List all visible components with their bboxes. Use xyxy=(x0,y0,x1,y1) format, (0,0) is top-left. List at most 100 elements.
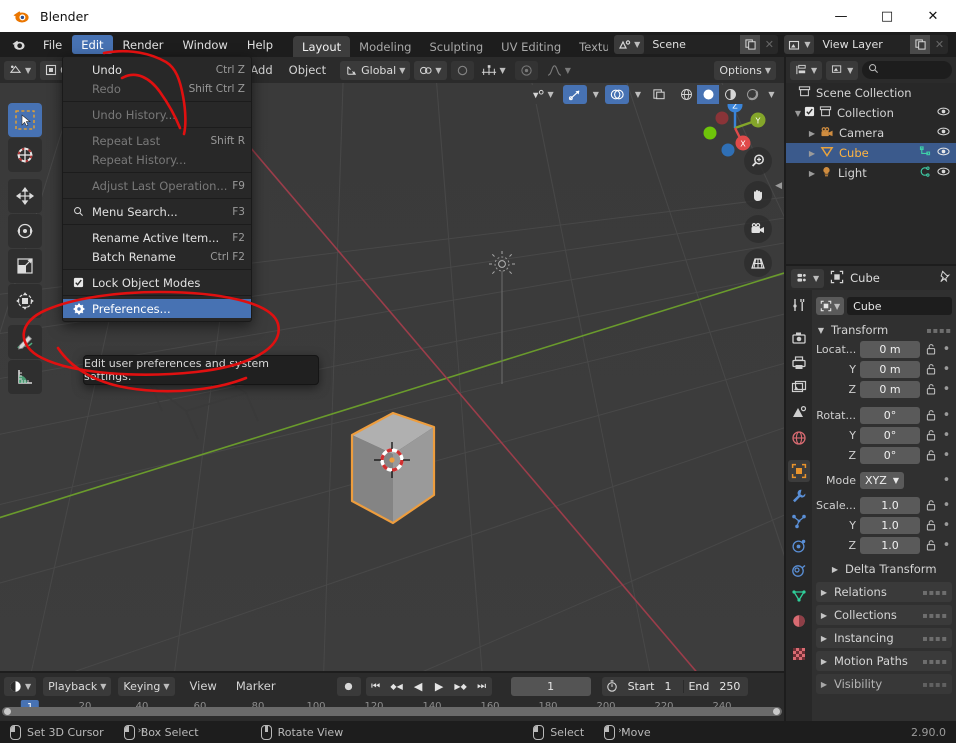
pin-icon[interactable] xyxy=(938,270,951,286)
instancing-panel-header[interactable]: ▶ Instancing ▪▪▪▪ xyxy=(816,628,952,648)
disclosure-triangle-icon[interactable]: ▶ xyxy=(806,169,818,178)
tab-uv-editing[interactable]: UV Editing xyxy=(492,36,570,57)
menu-item-adjust-last-operation[interactable]: Adjust Last Operation... F9 xyxy=(63,176,251,195)
playback-dropdown[interactable]: Playback ▼ xyxy=(43,676,112,696)
timeline-menu-marker[interactable]: Marker xyxy=(228,679,284,693)
animate-property-dot[interactable]: • xyxy=(941,498,952,513)
visibility-eye-icon[interactable] xyxy=(937,146,950,160)
disclosure-triangle-icon[interactable]: ▶ xyxy=(819,611,829,620)
transform-tool[interactable] xyxy=(8,284,42,318)
lock-icon[interactable] xyxy=(924,384,937,395)
tab-layout[interactable]: Layout xyxy=(293,36,351,57)
lock-icon[interactable] xyxy=(924,430,937,441)
view-layer-tab[interactable] xyxy=(788,377,810,399)
toggle-ortho-gizmo[interactable] xyxy=(744,249,772,277)
disclosure-triangle-icon[interactable]: ▶ xyxy=(806,129,818,138)
animate-property-dot[interactable]: • xyxy=(941,448,952,463)
menu-item-rename-active-item[interactable]: Rename Active Item... F2 xyxy=(63,228,251,247)
transform-orientation-dropdown[interactable]: Global ▼ xyxy=(340,60,411,80)
outliner-row-scene-collection[interactable]: Scene Collection xyxy=(786,83,956,103)
rotation-mode-dropdown[interactable]: XYZ ▼ xyxy=(860,472,904,489)
outliner-display-mode-icon[interactable]: ▼ xyxy=(790,60,823,80)
unlock-icon[interactable] xyxy=(924,450,937,461)
gizmo-icon[interactable] xyxy=(562,85,587,104)
end-frame-value[interactable]: 250 xyxy=(719,680,748,693)
cursor-tool[interactable] xyxy=(8,138,42,172)
tool-tab[interactable] xyxy=(788,294,810,316)
animate-property-dot[interactable]: • xyxy=(941,382,952,397)
lock-icon[interactable] xyxy=(924,344,937,355)
jump-to-end-button[interactable]: ⏭ xyxy=(472,677,492,696)
relations-panel-header[interactable]: ▶ Relations ▪▪▪▪ xyxy=(816,582,952,602)
menu-render[interactable]: Render xyxy=(114,35,173,54)
remove-view-layer-icon[interactable]: ✕ xyxy=(930,35,948,54)
animate-property-dot[interactable]: • xyxy=(941,428,952,443)
output-tab[interactable] xyxy=(788,352,810,374)
collection-checkbox[interactable] xyxy=(804,106,815,120)
start-frame-value[interactable]: 1 xyxy=(664,680,683,693)
lock-icon[interactable] xyxy=(924,364,937,375)
motion-paths-panel-header[interactable]: ▶ Motion Paths ▪▪▪▪ xyxy=(816,651,952,671)
texture-tab[interactable] xyxy=(788,643,810,665)
scale-x-field[interactable]: 1.0 xyxy=(860,497,920,514)
animate-property-dot[interactable]: • xyxy=(941,408,952,423)
menu-item-undo-history[interactable]: Undo History... xyxy=(63,105,251,124)
visibility-eye-icon[interactable] xyxy=(937,126,950,140)
object-visibility-icon[interactable]: ▼ xyxy=(525,85,559,104)
menu-file[interactable]: File xyxy=(34,35,71,54)
snap-magnet-icon[interactable]: ▼ xyxy=(414,60,447,80)
animate-property-dot[interactable]: • xyxy=(941,538,952,553)
lock-icon[interactable] xyxy=(924,540,937,551)
xray-toggle-icon[interactable] xyxy=(647,85,671,104)
properties-editor[interactable]: ▼ Cube ▼ Cube ▼ Transform ▪▪▪▪ Locat... … xyxy=(786,266,956,721)
new-view-layer-icon[interactable] xyxy=(910,35,931,54)
scale-y-field[interactable]: 1.0 xyxy=(860,517,920,534)
move-tool[interactable] xyxy=(8,179,42,213)
tab-modeling[interactable]: Modeling xyxy=(350,36,420,57)
app-logo-icon[interactable] xyxy=(10,37,26,53)
snap-increment-icon[interactable]: ▼ xyxy=(476,61,511,80)
menu-edit[interactable]: Edit xyxy=(72,35,113,54)
material-preview-icon[interactable] xyxy=(719,85,741,104)
scale-tool[interactable] xyxy=(8,249,42,283)
disclosure-triangle-icon[interactable]: ▶ xyxy=(806,149,818,158)
location-y-field[interactable]: 0 m xyxy=(860,361,920,378)
delta-transform-panel-header[interactable]: ▶ Delta Transform xyxy=(816,559,952,579)
menu-item-undo[interactable]: Undo Ctrl Z xyxy=(63,60,251,79)
tab-sculpting[interactable]: Sculpting xyxy=(420,36,492,57)
use-preview-range-icon[interactable] xyxy=(602,680,622,692)
timeline-horizontal-scrollbar[interactable] xyxy=(0,705,784,717)
modifier-tab[interactable] xyxy=(788,485,810,507)
scene-name-field[interactable]: Scene xyxy=(644,35,741,54)
menu-item-batch-rename[interactable]: Batch Rename Ctrl F2 xyxy=(63,247,251,266)
object-tab[interactable] xyxy=(788,460,810,482)
disclosure-triangle-icon[interactable]: ▶ xyxy=(819,657,829,666)
visibility-eye-icon[interactable] xyxy=(937,166,950,180)
timeline-menu-view[interactable]: View xyxy=(182,679,225,693)
lock-icon[interactable] xyxy=(924,410,937,421)
measure-tool[interactable] xyxy=(8,360,42,394)
disclosure-triangle-icon[interactable]: ▶ xyxy=(819,588,829,597)
keying-dropdown[interactable]: Keying ▼ xyxy=(118,676,175,696)
editor-type-properties-icon[interactable]: ▼ xyxy=(791,268,825,288)
scene-browse-icon[interactable]: ▼ xyxy=(614,35,645,54)
jump-to-start-button[interactable]: ⏮ xyxy=(366,677,386,696)
viewport-options-dropdown[interactable]: Options ▼ xyxy=(714,60,776,80)
jump-to-next-keyframe-button[interactable]: ▶◆ xyxy=(450,677,472,696)
object-name-field[interactable]: Cube xyxy=(847,297,952,315)
unlink-scene-icon[interactable]: ✕ xyxy=(760,35,778,54)
zoom-gizmo[interactable] xyxy=(744,147,772,175)
menu-help[interactable]: Help xyxy=(238,35,282,54)
animate-property-dot[interactable]: • xyxy=(941,518,952,533)
viewport-menu-object[interactable]: Object xyxy=(281,63,334,77)
overlays-icon[interactable] xyxy=(604,85,629,104)
menu-item-repeat-last[interactable]: Repeat Last Shift R xyxy=(63,131,251,150)
lock-icon[interactable] xyxy=(924,500,937,511)
visibility-eye-icon[interactable] xyxy=(937,106,950,120)
rotate-tool[interactable] xyxy=(8,214,42,248)
location-z-field[interactable]: 0 m xyxy=(860,381,920,398)
auto-keying-record-icon[interactable] xyxy=(336,676,361,696)
outliner-row-camera[interactable]: ▶ Camera xyxy=(786,123,956,143)
mesh-child-icon[interactable] xyxy=(919,145,931,161)
rotation-y-field[interactable]: 0° xyxy=(860,427,920,444)
